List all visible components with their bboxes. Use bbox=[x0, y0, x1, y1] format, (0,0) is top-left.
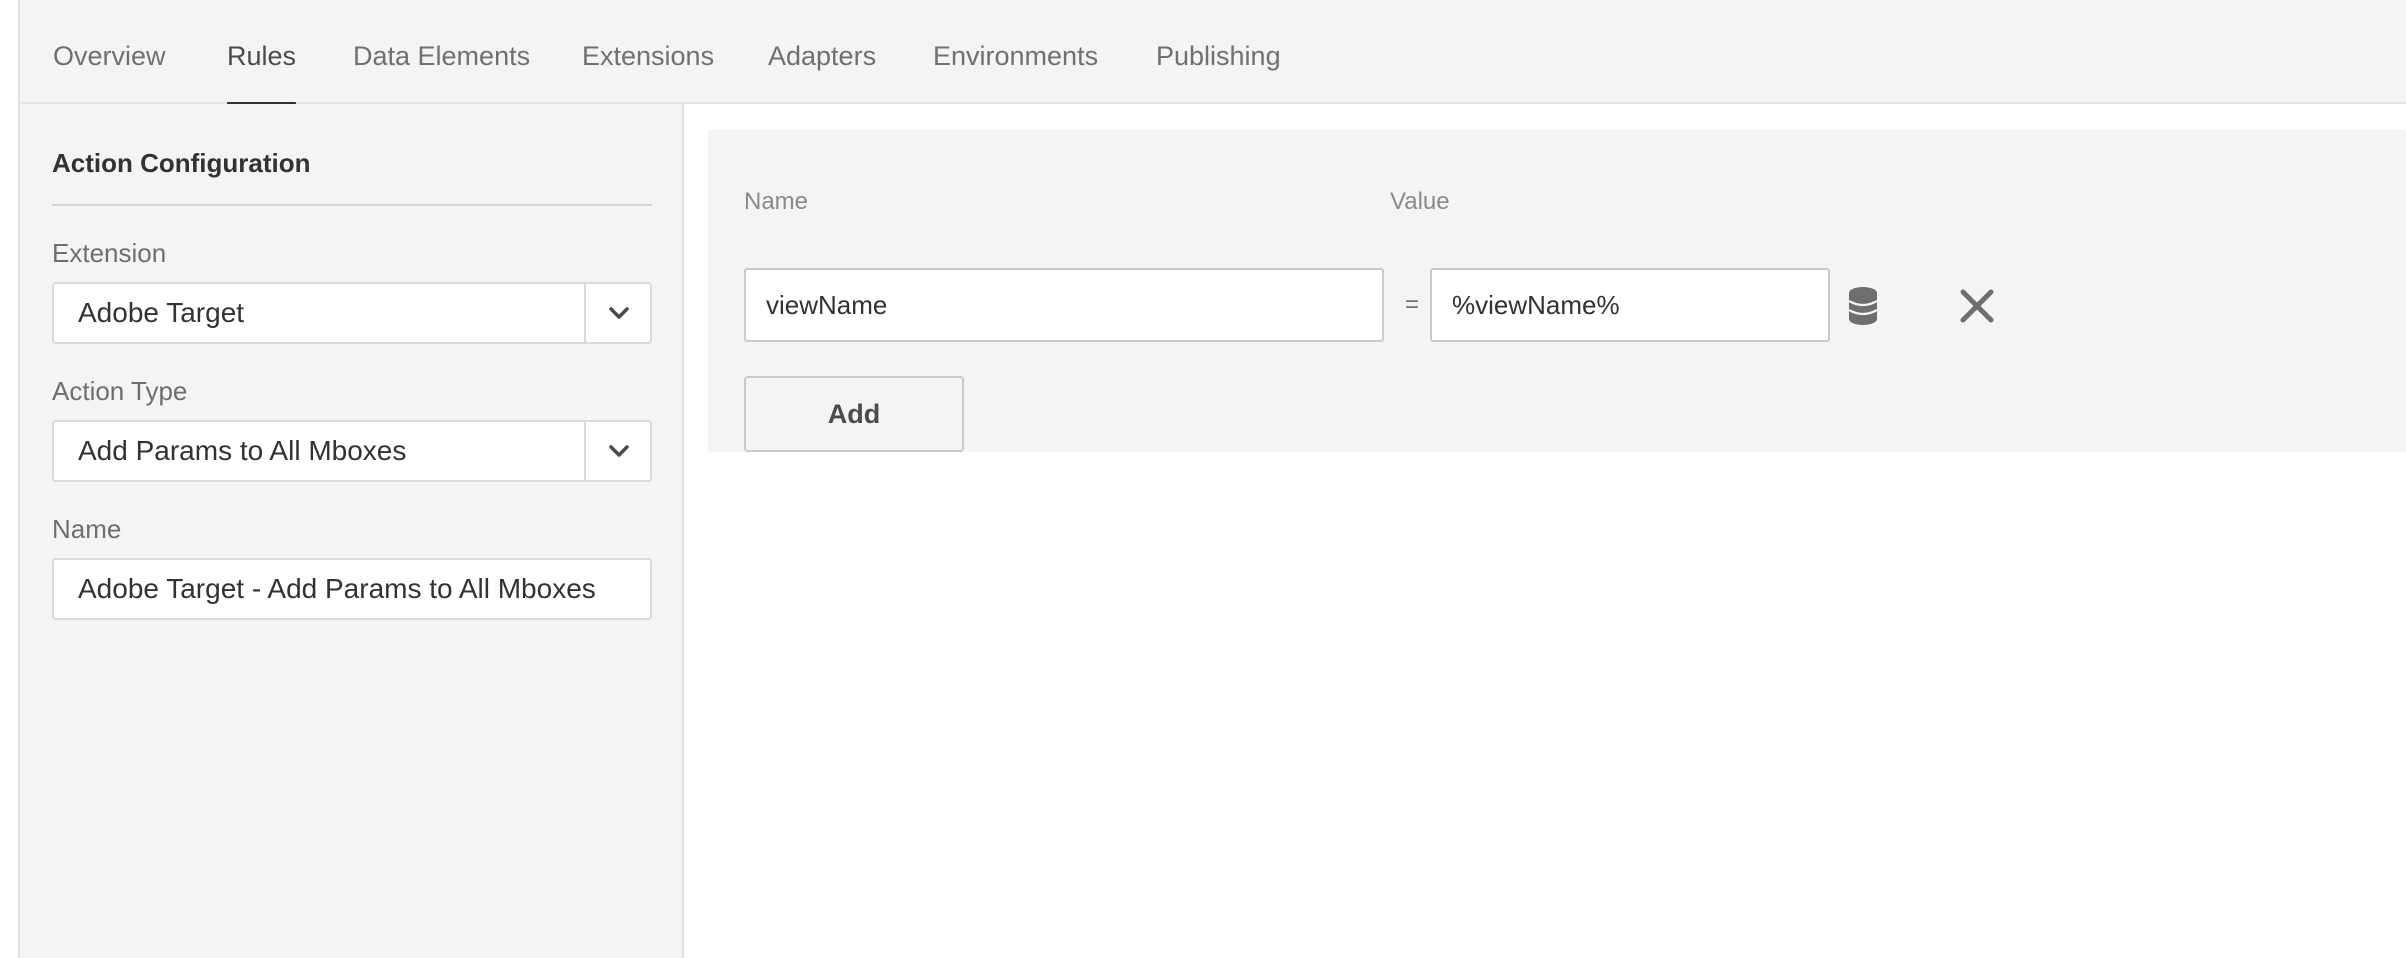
tab-data-elements[interactable]: Data Elements bbox=[353, 0, 530, 104]
chevron-down-icon bbox=[609, 307, 629, 319]
params-editor: Name Value viewName = %viewName% Add bbox=[708, 130, 2406, 452]
param-value-input[interactable]: %viewName% bbox=[1430, 268, 1830, 342]
extension-select-value: Adobe Target bbox=[78, 297, 245, 328]
action-configuration-panel: Action Configuration Extension Adobe Tar… bbox=[20, 104, 684, 958]
tab-extensions-label: Extensions bbox=[582, 41, 715, 71]
tab-rules[interactable]: Rules bbox=[227, 0, 297, 106]
extension-dropdown-toggle[interactable] bbox=[584, 284, 650, 342]
tab-overview-label: Overview bbox=[53, 41, 166, 71]
param-name-column-label: Name bbox=[744, 188, 809, 215]
data-element-picker-button[interactable] bbox=[1846, 285, 1880, 327]
equals-sign: = bbox=[1404, 291, 1419, 318]
panel-divider bbox=[52, 204, 652, 206]
tab-publishing[interactable]: Publishing bbox=[1156, 0, 1281, 104]
tab-adapters-label: Adapters bbox=[768, 41, 877, 71]
tab-overview[interactable]: Overview bbox=[53, 0, 166, 104]
extension-select[interactable]: Adobe Target bbox=[52, 282, 652, 344]
tab-adapters[interactable]: Adapters bbox=[768, 0, 876, 104]
param-value-value: %viewName% bbox=[1452, 290, 1620, 320]
tab-publishing-label: Publishing bbox=[1156, 41, 1281, 71]
extension-label: Extension bbox=[52, 238, 167, 268]
param-name-input[interactable]: viewName bbox=[744, 268, 1384, 342]
action-type-select-value: Add Params to All Mboxes bbox=[78, 435, 407, 466]
tab-rules-label: Rules bbox=[227, 41, 297, 71]
app-left-edge bbox=[0, 0, 20, 958]
top-navigation: Overview Rules Data Elements Extensions … bbox=[20, 0, 2406, 106]
action-type-dropdown-toggle[interactable] bbox=[584, 422, 650, 480]
add-param-button[interactable]: Add bbox=[744, 376, 964, 452]
action-name-value: Adobe Target - Add Params to All Mboxes bbox=[78, 573, 596, 604]
tab-extensions[interactable]: Extensions bbox=[582, 0, 714, 104]
name-label: Name bbox=[52, 514, 122, 544]
remove-param-button[interactable] bbox=[1958, 287, 1996, 325]
panel-title: Action Configuration bbox=[52, 148, 311, 178]
param-name-value: viewName bbox=[766, 290, 888, 320]
tab-environments-label: Environments bbox=[933, 41, 1099, 71]
action-type-select[interactable]: Add Params to All Mboxes bbox=[52, 420, 652, 482]
tab-environments[interactable]: Environments bbox=[933, 0, 1098, 104]
tab-data-elements-label: Data Elements bbox=[353, 41, 531, 71]
database-icon bbox=[1848, 287, 1878, 325]
action-name-input[interactable]: Adobe Target - Add Params to All Mboxes bbox=[52, 558, 652, 620]
action-type-label: Action Type bbox=[52, 376, 188, 406]
close-icon bbox=[1960, 289, 1994, 323]
chevron-down-icon bbox=[609, 445, 629, 457]
param-value-column-label: Value bbox=[1390, 188, 1450, 215]
